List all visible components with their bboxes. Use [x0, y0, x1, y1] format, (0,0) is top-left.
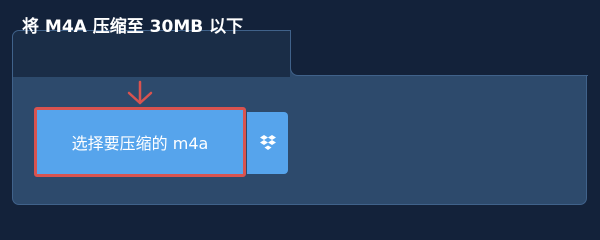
- page-title: 将 M4A 压缩至 30MB 以下: [22, 17, 244, 37]
- tab-notch: [290, 30, 588, 76]
- select-file-button[interactable]: 选择要压缩的 m4a: [37, 110, 243, 174]
- title-tab: [13, 31, 290, 77]
- dropbox-icon: [259, 135, 276, 150]
- dropbox-button[interactable]: [247, 112, 288, 174]
- down-arrow-icon: [127, 80, 153, 105]
